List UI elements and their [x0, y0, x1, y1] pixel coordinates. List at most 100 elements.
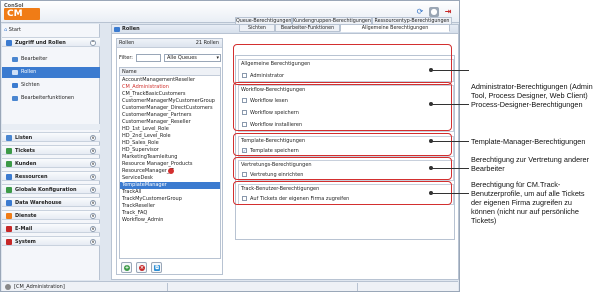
role-list-item[interactable]: CM_TrackBasicCustomers [120, 91, 220, 98]
tab-bearbeiter-funktionen[interactable]: Bearbeiter-Funktionen [275, 24, 340, 32]
annotation-dot [429, 191, 433, 195]
sidebar-section-dienste[interactable]: Dienste v [2, 210, 100, 220]
highlight-template-berechtigungen [233, 133, 452, 156]
user-icon[interactable]: ● [429, 7, 439, 17]
roles-list: Name AccountManagementReseller CM_Adminis… [119, 67, 221, 259]
status-divider [357, 283, 358, 291]
sidebar-item-bearbeiterfunktionen[interactable]: Bearbeiterfunktionen [2, 93, 100, 104]
sidebar-item-label: Bearbeiter [21, 56, 48, 62]
annotation-track-benutzer: Berechtigung für CM.Track-Benutzerprofil… [471, 180, 585, 225]
sidebar-section-ressourcen[interactable]: Ressourcen v [2, 171, 100, 181]
queue-filter-select[interactable]: Alle Queues ▾ [164, 54, 221, 62]
queue-filter-value: Alle Queues [167, 55, 197, 61]
chevron-down-icon: ▾ [216, 55, 219, 61]
sidebar-item-start[interactable]: ⌂ Start [4, 26, 98, 35]
sidebar-item-label: Start [8, 27, 21, 33]
page-title-text: Rollen [122, 26, 140, 32]
sidebar-section-globale-konfiguration[interactable]: Globale Konfiguration v [2, 184, 100, 194]
chevron-up-icon[interactable]: ^ [90, 40, 96, 46]
sidebar-section-e-mail[interactable]: E-Mail v [2, 223, 100, 233]
sidebar-section-label: System [15, 239, 36, 245]
consol-cm-logo: ConSol CM [4, 3, 40, 20]
globe-icon [6, 187, 12, 193]
role-list-item[interactable]: TrackAll [120, 189, 220, 196]
sidebar-section-label: E-Mail [15, 226, 33, 232]
highlight-servicedesk-marker [168, 168, 174, 174]
copy-role-button[interactable]: ⧉ [151, 262, 162, 273]
highlight-track-benutzer-berechtigungen [233, 181, 452, 205]
chevron-down-icon[interactable]: v [90, 161, 96, 167]
chevron-down-icon[interactable]: v [90, 148, 96, 154]
sidebar-item-sichten[interactable]: Sichten [2, 80, 100, 91]
views-icon [12, 83, 18, 88]
roles-icon [12, 70, 18, 75]
role-list-item[interactable]: HD_Sales_Role [120, 140, 220, 147]
sidebar-section-listen[interactable]: Listen v [2, 132, 100, 142]
annotation-connector [431, 141, 469, 142]
annotation-process-designer: Process-Designer-Berechtigungen [471, 100, 583, 109]
mail-icon [6, 226, 12, 232]
sidebar-section-tickets[interactable]: Tickets v [2, 145, 100, 155]
chevron-down-icon[interactable]: v [90, 174, 96, 180]
role-list-item[interactable]: TrackReseller [120, 203, 220, 210]
list-icon [6, 135, 12, 141]
sidebar-item-bearbeiter[interactable]: Bearbeiter [2, 54, 100, 65]
user-status-icon [5, 284, 11, 290]
sidebar-section-label: Kunden [15, 161, 37, 167]
role-list-item[interactable]: ServiceDesk [120, 175, 220, 182]
sidebar-section-system[interactable]: System v [2, 236, 100, 246]
sidebar-section-kunden[interactable]: Kunden v [2, 158, 100, 168]
role-list-item[interactable]: AccountManagementReseller [120, 77, 220, 84]
annotation-vertretung: Berechtigung zur Vertretung anderer Bear… [471, 155, 590, 173]
chevron-down-icon[interactable]: v [90, 187, 96, 193]
status-bar: [CM_Administration] [2, 281, 458, 291]
chevron-down-icon[interactable]: v [90, 200, 96, 206]
home-icon: ⌂ [4, 27, 8, 33]
sidebar-section-data-warehouse[interactable]: Data Warehouse v [2, 197, 100, 207]
role-list-item[interactable]: HD_2nd_Level_Role [120, 133, 220, 140]
sidebar-section-zugriff-und-rollen[interactable]: Zugriff und Rollen ^ [2, 37, 100, 47]
sidebar-divider [2, 124, 100, 130]
role-list-item[interactable]: CustomerManager_Partners [120, 112, 220, 119]
role-list-item[interactable]: Workflow_Admin [120, 217, 220, 224]
chevron-down-icon[interactable]: v [90, 213, 96, 219]
sidebar-section-label: Dienste [15, 213, 37, 219]
add-role-button[interactable]: + [121, 262, 132, 273]
delete-role-button[interactable]: × [136, 262, 147, 273]
list-header-name[interactable]: Name [120, 68, 220, 76]
role-list-item[interactable]: HD_Supervisor [120, 147, 220, 154]
role-list-item[interactable]: TrackMyCustomerGroup [120, 196, 220, 203]
chevron-down-icon[interactable]: v [90, 239, 96, 245]
role-list-item[interactable]: TemplateManager [120, 182, 220, 189]
logo-text-main: CM [4, 8, 40, 20]
chevron-down-icon[interactable]: v [90, 226, 96, 232]
sidebar-item-rollen[interactable]: Rollen [2, 67, 100, 78]
roles-panel: Rollen 21 Rollen Filter: Alle Queues ▾ N… [116, 38, 223, 275]
role-list-item[interactable]: CustomerManagerMyCustomerGroup [120, 98, 220, 105]
annotation-dot [429, 166, 433, 170]
sidebar-item-label: Rollen [21, 69, 37, 75]
role-list-item[interactable]: Resource Manager_Products [120, 161, 220, 168]
filter-input[interactable] [136, 54, 161, 62]
role-list-item[interactable]: CM_Administration [120, 84, 220, 91]
role-list-item[interactable]: MarketingTeamleitung [120, 154, 220, 161]
sidebar-section-label: Globale Konfiguration [15, 187, 77, 193]
annotation-dot [429, 139, 433, 143]
role-list-item[interactable]: Track_FAQ [120, 210, 220, 217]
highlight-allgemeine-berechtigungen [233, 44, 452, 85]
tab-allgemeine-berechtigungen[interactable]: Allgemeine Berechtigungen [340, 24, 450, 32]
roles-count: 21 Rollen [195, 40, 219, 46]
sidebar-item-label: Bearbeiterfunktionen [21, 95, 75, 101]
role-list-item[interactable]: CustomerManager_DirectCustomers [120, 105, 220, 112]
role-list-item[interactable]: HD_1st_Level_Role [120, 126, 220, 133]
logout-icon[interactable]: ⇥ [443, 7, 453, 17]
sidebar-section-label: Listen [15, 135, 33, 141]
highlight-workflow-berechtigungen [233, 82, 452, 131]
resources-icon [6, 174, 12, 180]
sidebar-section-label: Ressourcen [15, 174, 48, 180]
role-list-item[interactable]: CustomerManager_Reseller [120, 119, 220, 126]
chevron-down-icon[interactable]: v [90, 135, 96, 141]
refresh-icon[interactable]: ⟳ [415, 7, 425, 17]
tab-sichten[interactable]: Sichten [239, 24, 275, 32]
sidebar: ⌂ Start Zugriff und Rollen ^ Bearbeiter … [2, 24, 100, 280]
